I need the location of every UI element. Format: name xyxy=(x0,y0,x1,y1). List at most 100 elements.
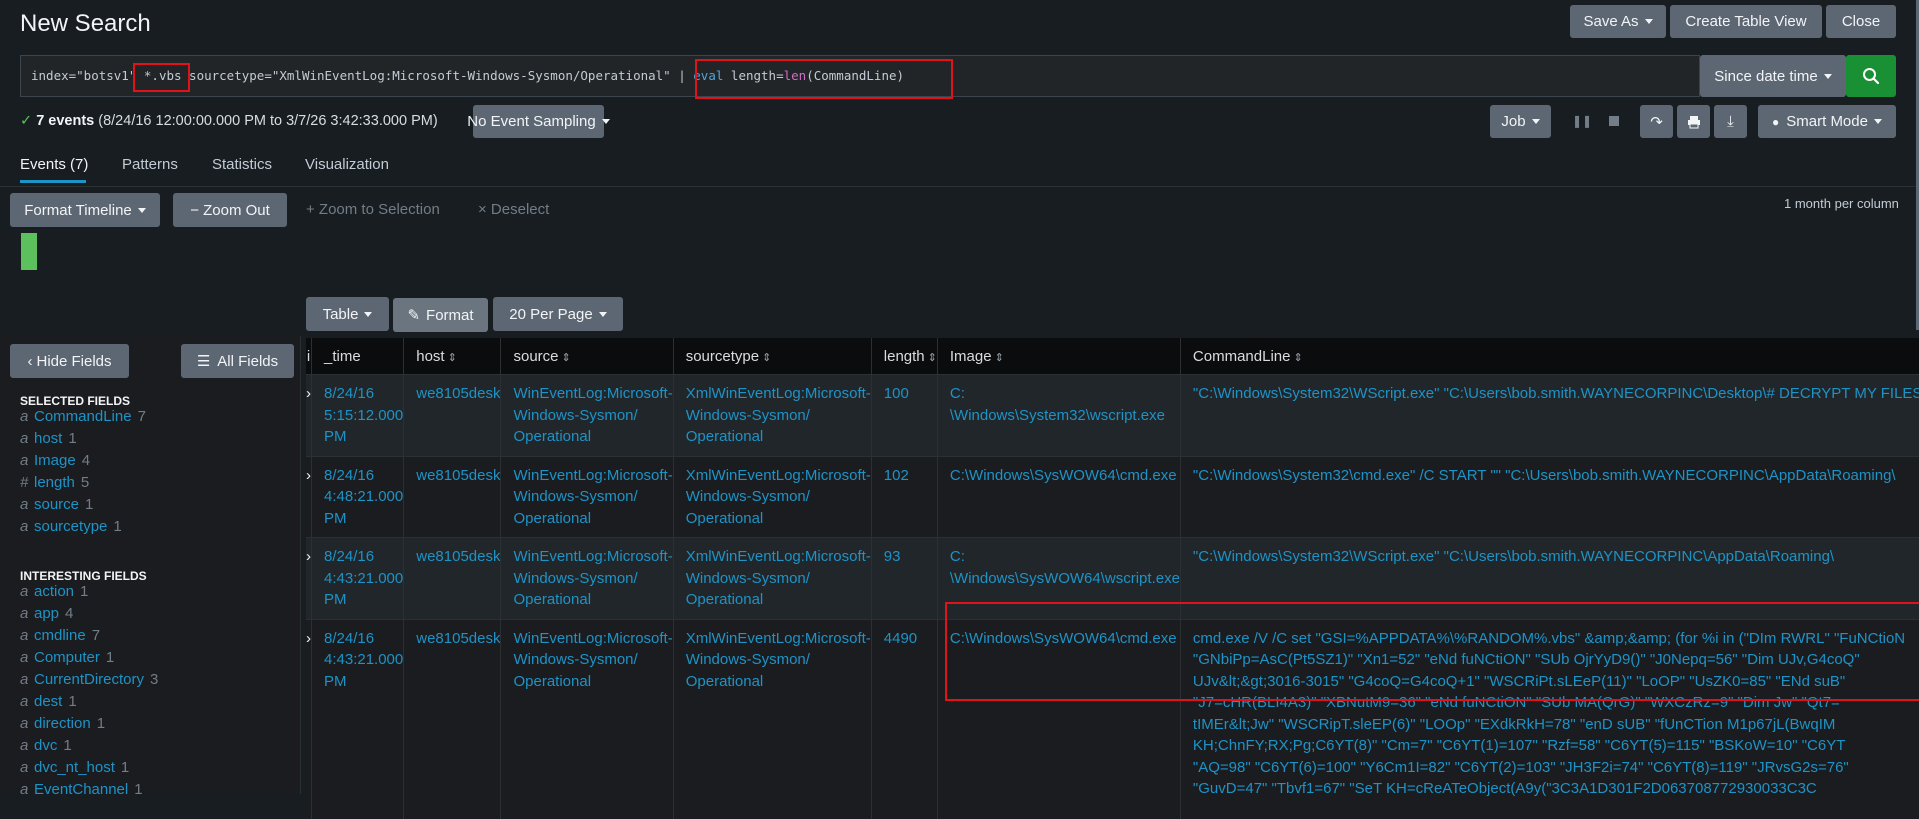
highlight-box xyxy=(695,59,953,99)
table-view-dropdown[interactable]: Table xyxy=(306,297,389,331)
download-icon: ⤓ xyxy=(1727,113,1734,130)
print-button[interactable] xyxy=(1677,105,1710,138)
cell-image[interactable]: C:\Windows\SysWOW64\cmd.exe xyxy=(937,456,1180,538)
cell-time[interactable]: 8/24/164:43:21.000PM xyxy=(312,538,404,620)
field-count: 7 xyxy=(138,408,146,425)
column-header-image[interactable]: Image⇕ xyxy=(937,338,1180,375)
cell-source[interactable]: WinEventLog:Microsoft-Windows-Sysmon/Ope… xyxy=(501,538,673,620)
cell-source[interactable]: WinEventLog:Microsoft-Windows-Sysmon/Ope… xyxy=(501,456,673,538)
format-button[interactable]: ✎Format xyxy=(393,298,488,332)
cell-sourcetype[interactable]: XmlWinEventLog:Microsoft-Windows-Sysmon/… xyxy=(673,619,871,819)
field-item[interactable]: acmdline7 xyxy=(20,627,100,644)
field-item[interactable]: aCommandLine7 xyxy=(20,408,146,425)
timeline-bar[interactable] xyxy=(21,233,37,270)
format-timeline-button[interactable]: Format Timeline xyxy=(10,193,160,227)
column-header-commandline[interactable]: CommandLine⇕ xyxy=(1180,338,1919,375)
sort-icon: ⇕ xyxy=(448,352,457,364)
column-header-length[interactable]: length⇕ xyxy=(871,338,937,375)
cell-time[interactable]: 8/24/164:48:21.000PM xyxy=(312,456,404,538)
field-name: app xyxy=(34,605,59,622)
field-name: action xyxy=(34,583,74,600)
cell-line: PM xyxy=(324,426,403,448)
all-fields-button[interactable]: ☰All Fields xyxy=(181,344,294,378)
field-item[interactable]: asourcetype1 xyxy=(20,518,122,535)
query-part: index="botsv1" xyxy=(31,68,144,83)
column-header-source[interactable]: source⇕ xyxy=(501,338,673,375)
table-row[interactable]: ›8/24/165:15:12.000PMwe8105deskWinEventL… xyxy=(306,375,1919,457)
chevron-down-icon xyxy=(1824,74,1832,79)
column-header-label: CommandLine xyxy=(1193,348,1291,365)
field-count: 1 xyxy=(97,715,105,732)
cell-line: KH;ChnFY;RX;Pg;C6YT(8)" "Cm=7" "C6YT(1)=… xyxy=(1193,735,1919,757)
create-table-view-button[interactable]: Create Table View xyxy=(1670,5,1822,38)
cell-source[interactable]: WinEventLog:Microsoft-Windows-Sysmon/Ope… xyxy=(501,375,673,457)
job-dropdown[interactable]: Job xyxy=(1490,105,1551,138)
cell-commandline[interactable]: "C:\Windows\System32\cmd.exe" /C START "… xyxy=(1180,456,1919,538)
field-item[interactable]: #length5 xyxy=(20,474,89,491)
field-item[interactable]: aEventChannel1 xyxy=(20,781,143,798)
cell-line: Operational xyxy=(513,671,672,693)
cell-sourcetype[interactable]: XmlWinEventLog:Microsoft-Windows-Sysmon/… xyxy=(673,375,871,457)
time-range-picker[interactable]: Since date time xyxy=(1700,55,1846,97)
cell-commandline[interactable]: "C:\Windows\System32\WScript.exe" "C:\Us… xyxy=(1180,375,1919,457)
export-button[interactable]: ⤓ xyxy=(1714,105,1747,138)
cell-image[interactable]: C:\Windows\System32\wscript.exe xyxy=(937,375,1180,457)
share-button[interactable]: ↷ xyxy=(1640,105,1673,138)
field-item[interactable]: aapp4 xyxy=(20,605,73,622)
field-item[interactable]: adirection1 xyxy=(20,715,105,732)
table-row[interactable]: ›8/24/164:48:21.000PMwe8105deskWinEventL… xyxy=(306,456,1919,538)
column-header-time[interactable]: _time xyxy=(312,338,404,375)
field-item[interactable]: asource1 xyxy=(20,496,93,513)
hide-fields-button[interactable]: ‹Hide Fields xyxy=(10,344,129,378)
tab-visualization[interactable]: Visualization xyxy=(305,156,389,173)
field-item[interactable]: aImage4 xyxy=(20,452,90,469)
cell-sourcetype[interactable]: XmlWinEventLog:Microsoft-Windows-Sysmon/… xyxy=(673,538,871,620)
timeline-scale: 1 month per column xyxy=(1784,196,1899,211)
field-item[interactable]: aaction1 xyxy=(20,583,88,600)
cell-line: PM xyxy=(324,589,403,611)
cell-host[interactable]: we8105desk xyxy=(404,456,501,538)
field-item[interactable]: ahost1 xyxy=(20,430,77,447)
tab-statistics[interactable]: Statistics xyxy=(212,156,272,173)
cell-source[interactable]: WinEventLog:Microsoft-Windows-Sysmon/Ope… xyxy=(501,619,673,819)
cell-length[interactable]: 102 xyxy=(871,456,937,538)
cell-line: Windows-Sysmon/ xyxy=(513,568,672,590)
close-button[interactable]: Close xyxy=(1826,5,1896,38)
pause-icon[interactable]: ❚❚ xyxy=(1572,114,1592,128)
stop-icon[interactable] xyxy=(1609,116,1619,126)
search-mode-dropdown[interactable]: ●Smart Mode xyxy=(1758,105,1896,138)
search-button[interactable] xyxy=(1846,55,1896,97)
sampling-dropdown[interactable]: No Event Sampling xyxy=(473,105,604,138)
field-item[interactable]: advc_nt_host1 xyxy=(20,759,129,776)
zoom-out-button[interactable]: − Zoom Out xyxy=(173,193,287,227)
field-item[interactable]: advc1 xyxy=(20,737,72,754)
field-type-icon: a xyxy=(20,671,34,688)
cell-host[interactable]: we8105desk xyxy=(404,538,501,620)
field-count: 7 xyxy=(92,627,100,644)
column-header-host[interactable]: host⇕ xyxy=(404,338,501,375)
zoom-to-selection-link[interactable]: + Zoom to Selection xyxy=(306,201,440,218)
field-item[interactable]: adest1 xyxy=(20,693,77,710)
tab-events[interactable]: Events (7) xyxy=(20,156,88,173)
cell-line: we8105desk xyxy=(416,546,500,568)
cell-sourcetype[interactable]: XmlWinEventLog:Microsoft-Windows-Sysmon/… xyxy=(673,456,871,538)
cell-host[interactable]: we8105desk xyxy=(404,375,501,457)
cell-length[interactable]: 93 xyxy=(871,538,937,620)
field-item[interactable]: aCurrentDirectory3 xyxy=(20,671,158,688)
cell-length[interactable]: 100 xyxy=(871,375,937,457)
cell-length[interactable]: 4490 xyxy=(871,619,937,819)
cell-time[interactable]: 8/24/164:43:21.000PM xyxy=(312,619,404,819)
deselect-link[interactable]: × Deselect xyxy=(478,201,549,218)
cell-time[interactable]: 8/24/165:15:12.000PM xyxy=(312,375,404,457)
save-as-button[interactable]: Save As xyxy=(1570,5,1666,38)
cell-host[interactable]: we8105desk xyxy=(404,619,501,819)
field-item[interactable]: aComputer1 xyxy=(20,649,114,666)
fields-sidebar: ‹Hide Fields ☰All Fields SELECTED FIELDS… xyxy=(0,336,301,794)
per-page-dropdown[interactable]: 20 Per Page xyxy=(493,297,623,331)
job-label: Job xyxy=(1501,113,1525,130)
column-header-label: _time xyxy=(324,348,361,365)
field-count: 1 xyxy=(68,693,76,710)
tab-patterns[interactable]: Patterns xyxy=(122,156,178,173)
column-header-sourcetype[interactable]: sourcetype⇕ xyxy=(673,338,871,375)
column-header-label: Image xyxy=(950,348,992,365)
